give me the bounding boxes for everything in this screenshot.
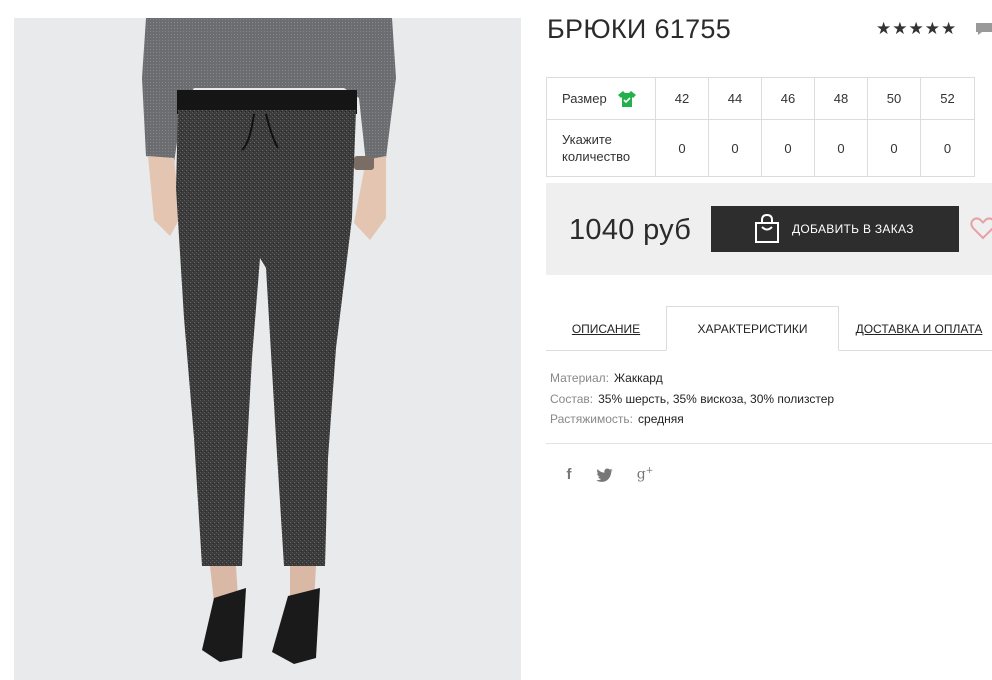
size-option[interactable]: 42 (655, 77, 709, 120)
tab-characteristics-label: ХАРАКТЕРИСТИКИ (697, 321, 808, 336)
spec-key: Материал: (550, 371, 609, 385)
tab-delivery-payment[interactable]: ДОСТАВКА И ОПЛАТА (839, 306, 992, 351)
spec-row: Материал: Жаккард (550, 368, 834, 389)
size-option[interactable]: 44 (708, 77, 762, 120)
add-to-order-label: ДОБАВИТЬ В ЗАКАЗ (792, 222, 914, 236)
size-label-cell: Размер (546, 77, 656, 120)
heart-icon[interactable] (970, 216, 992, 240)
social-share: f g+ (562, 466, 656, 483)
tshirt-icon[interactable] (617, 90, 637, 108)
spec-value: 35% шерсть, 35% вискоза, 30% полизстер (598, 391, 835, 406)
product-title: БРЮКИ 61755 (547, 14, 732, 44)
tab-description[interactable]: ОПИСАНИЕ (546, 306, 666, 351)
spec-key: Растяжимость: (550, 412, 634, 426)
google-plus-label: g (636, 466, 646, 483)
rating-stars[interactable]: ★★★★★ (876, 19, 957, 39)
add-to-order-button[interactable]: ДОБАВИТЬ В ЗАКАЗ (711, 206, 959, 252)
tab-characteristics[interactable]: ХАРАКТЕРИСТИКИ (666, 306, 839, 351)
quantity-field[interactable]: 0 (708, 119, 762, 177)
size-option[interactable]: 50 (867, 77, 921, 120)
specs-list: Материал: Жаккард Состав: 35% шерсть, 35% … (550, 368, 834, 430)
quantity-field[interactable]: 0 (655, 119, 709, 177)
size-label: Размер (562, 91, 607, 106)
google-plus-icon[interactable]: g+ (634, 466, 656, 483)
spec-value: Жаккард (613, 371, 663, 385)
size-option[interactable]: 46 (761, 77, 815, 120)
quantity-field[interactable]: 0 (761, 119, 815, 177)
product-photo[interactable] (14, 18, 521, 680)
size-option[interactable]: 48 (814, 77, 868, 120)
comment-icon[interactable] (975, 22, 992, 36)
quantity-field[interactable]: 0 (920, 119, 975, 177)
quantity-row: Укажите количество 0 0 0 0 0 0 (546, 119, 975, 177)
spec-row: Растяжимость: средняя (550, 409, 834, 430)
tab-description-label: ОПИСАНИЕ (571, 321, 641, 336)
quantity-label-cell: Укажите количество (546, 119, 656, 177)
spec-key: Состав: (550, 391, 594, 406)
twitter-icon[interactable] (594, 468, 616, 482)
size-table: Размер 42 44 46 48 50 52 Укажите количес… (546, 77, 975, 177)
price: 1040 руб (569, 214, 692, 246)
product-tabs: ОПИСАНИЕ ХАРАКТЕРИСТИКИ ДОСТАВКА И ОПЛАТ… (546, 306, 992, 351)
quantity-field[interactable]: 0 (867, 119, 921, 177)
spec-row: Состав: 35% шерсть, 35% вискоза, 30% поли… (550, 389, 834, 410)
facebook-icon[interactable]: f (562, 466, 576, 483)
spec-value: средняя (638, 412, 684, 426)
size-option[interactable]: 52 (920, 77, 975, 120)
shopping-bag-icon (755, 214, 779, 243)
buy-box: 1040 руб ДОБАВИТЬ В ЗАКАЗ (546, 183, 992, 275)
quantity-label: Укажите количество (562, 132, 631, 164)
tab-delivery-payment-label: ДОСТАВКА И ОПЛАТА (855, 321, 983, 336)
size-row: Размер 42 44 46 48 50 52 (546, 77, 975, 120)
quantity-field[interactable]: 0 (814, 119, 868, 177)
divider (546, 443, 992, 444)
